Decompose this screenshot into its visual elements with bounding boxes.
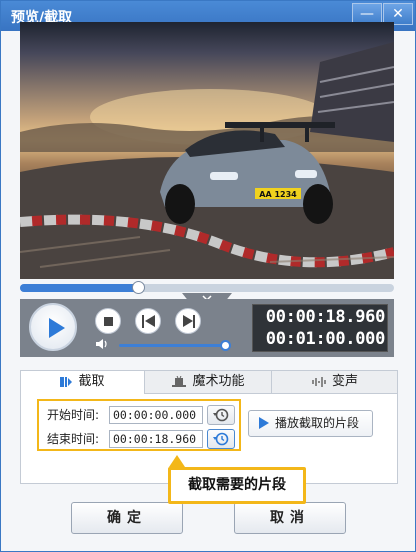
tab-voice[interactable]: 变声 — [273, 371, 397, 393]
end-time-label: 结束时间: — [47, 432, 100, 446]
start-time-label: 开始时间: — [47, 408, 100, 422]
current-time: 00:00:18.960 — [265, 307, 386, 327]
seek-bar[interactable] — [20, 281, 394, 294]
tab-clip-label: 截取 — [78, 374, 105, 389]
volume-icon[interactable] — [95, 338, 109, 350]
previous-frame-button[interactable] — [135, 308, 161, 334]
volume-slider[interactable] — [119, 340, 231, 351]
set-start-time-button[interactable] — [207, 405, 235, 425]
play-button[interactable] — [29, 303, 77, 351]
license-plate: AA 1234 — [259, 190, 297, 199]
clip-time-box: 开始时间: 00:00:00.000 结束时间: 00:00:18.960 — [37, 399, 241, 451]
play-clip-button[interactable]: 播放截取的片段 — [248, 410, 373, 437]
tab-magic[interactable]: 魔术功能 — [146, 371, 272, 393]
stop-button[interactable] — [95, 308, 121, 334]
video-preview[interactable]: AA 1234 — [20, 22, 394, 279]
preview-clip-dialog: 预览/截取 — ✕ AA 1234 00:00:18.960 00:01:00.… — [0, 0, 416, 552]
tab-voice-label: 变声 — [331, 374, 358, 389]
total-time: 00:01:00.000 — [265, 329, 386, 349]
cancel-button[interactable]: 取消 — [234, 502, 346, 534]
player-controls: 00:00:18.960 00:01:00.000 — [20, 299, 394, 357]
next-frame-button[interactable] — [175, 308, 201, 334]
end-time-input[interactable]: 00:00:18.960 — [109, 430, 203, 448]
clock-reset-icon — [213, 408, 229, 422]
tab-bar: 截取 魔术功能 变声 — [21, 371, 397, 394]
ok-button[interactable]: 确定 — [71, 502, 183, 534]
voice-wave-icon — [312, 376, 326, 387]
magic-hat-icon — [172, 375, 187, 387]
race-car-image: AA 1234 — [20, 42, 394, 279]
tab-magic-label: 魔术功能 — [192, 374, 245, 389]
callout-arrow — [169, 455, 185, 467]
clip-callout: 截取需要的片段 — [168, 467, 306, 504]
seek-handle[interactable] — [132, 281, 146, 294]
set-end-time-button[interactable] — [207, 429, 235, 449]
start-time-input[interactable]: 00:00:00.000 — [109, 406, 203, 424]
volume-handle[interactable] — [219, 340, 231, 351]
clock-reset-icon — [213, 432, 229, 446]
clip-icon — [60, 376, 73, 387]
tab-clip[interactable]: 截取 — [21, 371, 145, 394]
timecode-display: 00:00:18.960 00:01:00.000 — [252, 304, 388, 352]
clip-panel: 截取 魔术功能 变声 开始时间: 00:00:00.000 结束时间: 00:0… — [20, 370, 398, 504]
seek-progress — [20, 284, 139, 292]
